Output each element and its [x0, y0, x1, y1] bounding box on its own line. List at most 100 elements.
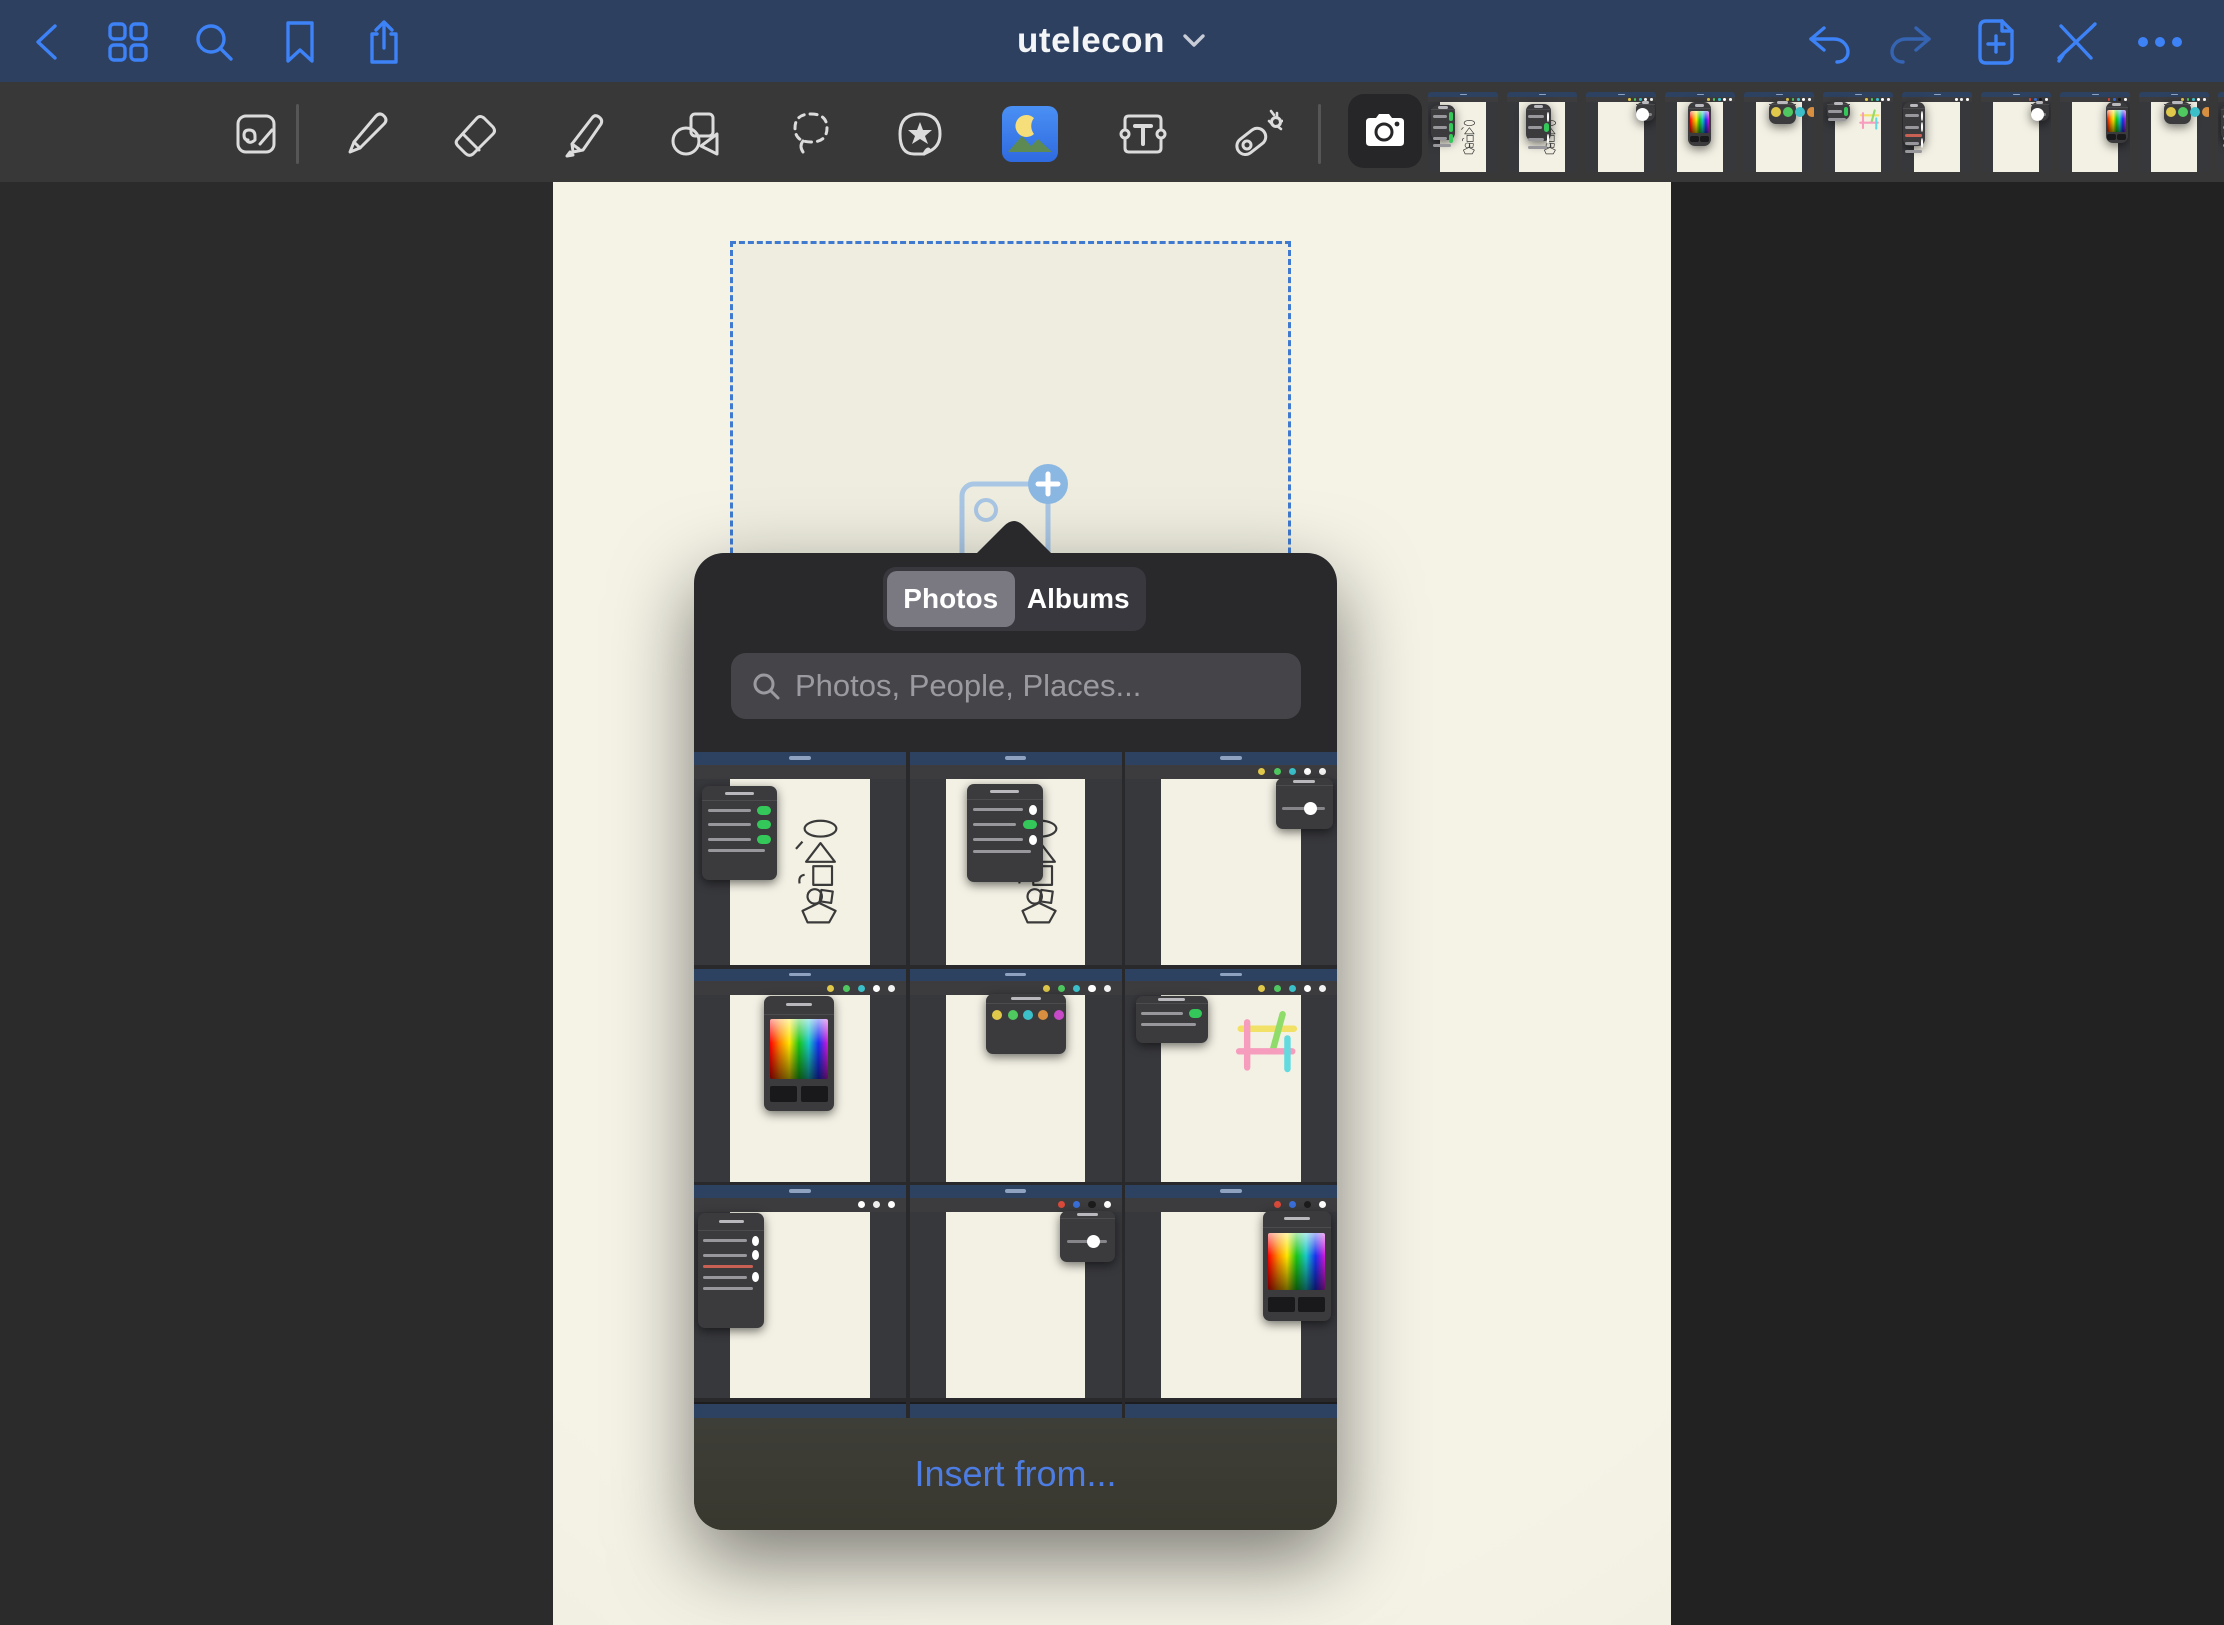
mini-toggle — [1029, 805, 1037, 815]
pages-overview-button[interactable] — [100, 14, 156, 70]
mini-popup-label — [708, 849, 764, 852]
mini-popup — [1060, 1211, 1115, 1262]
mini-popup-title-line — [1158, 998, 1185, 1001]
mini-slider-knob — [1636, 108, 1649, 121]
undo-button[interactable] — [1800, 14, 1856, 70]
highlighter-tool[interactable] — [556, 106, 612, 162]
photo-thumbnail-highlighter-color-picker[interactable] — [694, 969, 906, 1182]
shapes-tool[interactable] — [668, 106, 724, 162]
mini-color-dot — [2203, 98, 2206, 101]
photo-thumbnail-eraser-menu[interactable] — [694, 1185, 906, 1398]
recent-photo-thumbnail-shape-tool-menu[interactable] — [1507, 92, 1577, 172]
mini-title — [789, 756, 810, 760]
mini-color-dot — [2181, 98, 2184, 101]
share-button[interactable] — [356, 14, 412, 70]
photo-thumbnail-pen-color-picker[interactable] — [1125, 1185, 1337, 1398]
elements-tool[interactable] — [892, 106, 948, 162]
mini-color-dot — [1771, 107, 1781, 117]
mini-toolbar — [694, 1198, 906, 1212]
tab-albums[interactable]: Albums — [1015, 571, 1143, 627]
image-tool[interactable] — [1002, 106, 1058, 162]
lasso-tool[interactable] — [783, 106, 839, 162]
redo-button[interactable] — [1884, 14, 1940, 70]
camera-button[interactable] — [1348, 94, 1422, 168]
mini-color-dot — [1960, 98, 1963, 101]
stylus-mode-button[interactable] — [2048, 14, 2104, 70]
search-button[interactable] — [186, 14, 242, 70]
chevron-down-icon[interactable] — [1181, 32, 1207, 50]
mini-screenshot-lasso-tool-menu — [2218, 92, 2224, 172]
handwriting-tool[interactable] — [228, 106, 284, 162]
mini-popup-row — [1526, 112, 1551, 122]
mini-toggle — [1547, 112, 1550, 122]
mini-screenshot-highlighter-straight-line-strokes — [1125, 969, 1337, 1182]
add-page-button[interactable] — [1968, 14, 2024, 70]
laser-pointer-tool[interactable] — [1228, 106, 1284, 162]
mini-button — [801, 1086, 829, 1102]
mini-popup — [1903, 102, 1925, 145]
photo-thumbnail-highlighter-thickness[interactable] — [1125, 752, 1337, 965]
mini-title — [1220, 756, 1241, 760]
eraser-tool[interactable] — [447, 106, 503, 162]
mini-color-dot — [1802, 98, 1805, 101]
recent-photo-thumbnail-highlighter-color-dots[interactable] — [2139, 92, 2209, 172]
mini-color-dot-row — [2166, 107, 2188, 117]
mini-nav-bar — [910, 752, 1122, 765]
photos-albums-segmented-control: Photos Albums — [883, 567, 1146, 631]
mini-popup-label — [1141, 1012, 1182, 1015]
mini-color-dot — [2124, 98, 2127, 101]
mini-popup — [1636, 102, 1655, 121]
mini-color-dot — [1955, 98, 1958, 101]
crossed-pencil-icon — [2053, 20, 2099, 64]
back-button[interactable] — [18, 14, 74, 70]
mini-color-dot — [1289, 985, 1296, 992]
mini-toolbar — [910, 1198, 1122, 1212]
mini-popup-row — [702, 806, 776, 815]
document-title[interactable]: utelecon — [1017, 21, 1165, 61]
recent-photo-thumbnail-highlighter-color-dots[interactable] — [1744, 92, 1814, 172]
mini-color-dot — [1104, 985, 1111, 992]
recent-photo-thumbnail-highlighter-color-picker[interactable] — [1665, 92, 1735, 172]
mini-nav-bar — [910, 969, 1122, 982]
mini-popup-label — [1433, 137, 1447, 140]
mini-title — [2013, 94, 2020, 95]
text-tool[interactable] — [1115, 106, 1171, 162]
photo-thumbnail-pen-thickness[interactable] — [910, 1185, 1122, 1398]
pen-tool[interactable] — [338, 106, 394, 162]
mini-popup-row — [967, 835, 1043, 845]
bookmark-button[interactable] — [272, 14, 328, 70]
photo-search-input[interactable]: Photos, People, Places... — [731, 653, 1301, 719]
photo-thumbnail-highlighter-color-dots[interactable] — [910, 969, 1122, 1182]
mini-color-dot — [873, 985, 880, 992]
mini-popup-title-line — [1910, 104, 1918, 107]
mini-popup-label — [703, 1254, 746, 1257]
mini-color-dot — [1966, 98, 1969, 101]
photo-thumbnail-lasso-tool-menu[interactable] — [694, 752, 906, 965]
mini-popup-label — [703, 1239, 746, 1242]
mini-popup — [2164, 102, 2191, 124]
recent-photo-thumbnail-highlighter-thickness[interactable] — [1586, 92, 1656, 172]
recent-photo-thumbnail-lasso-tool-menu[interactable] — [2218, 92, 2224, 172]
recent-photo-thumbnail-lasso-tool-menu[interactable] — [1428, 92, 1498, 172]
mini-color-dot — [2202, 107, 2209, 117]
photo-thumbnail-highlighter-straight-line-strokes[interactable] — [1125, 969, 1337, 1182]
mini-toggle — [1449, 112, 1454, 121]
recent-photo-thumbnail-pen-thickness[interactable] — [1981, 92, 2051, 172]
more-button[interactable] — [2132, 14, 2188, 70]
recent-photo-thumbnail-pen-color-picker[interactable] — [2060, 92, 2130, 172]
mini-popup — [986, 994, 1067, 1054]
mini-toolbar — [694, 981, 906, 995]
recent-photo-thumbnail-eraser-menu[interactable] — [1902, 92, 1972, 172]
mini-color-dot — [1807, 107, 1814, 117]
photo-thumbnail-shape-tool-menu[interactable] — [910, 752, 1122, 965]
mini-title — [1539, 94, 1546, 95]
mini-popup — [2106, 102, 2128, 144]
insert-from-button[interactable]: Insert from... — [694, 1418, 1337, 1530]
mini-color-dot — [1808, 98, 1811, 101]
mini-screenshot-highlighter-straight-line-strokes — [1823, 92, 1893, 172]
search-icon — [192, 20, 236, 64]
recent-photo-thumbnail-highlighter-straight-line-strokes[interactable] — [1823, 92, 1893, 172]
mini-popup-label — [1828, 118, 1846, 121]
mini-popup-label — [973, 808, 1023, 811]
tab-photos[interactable]: Photos — [887, 571, 1015, 627]
